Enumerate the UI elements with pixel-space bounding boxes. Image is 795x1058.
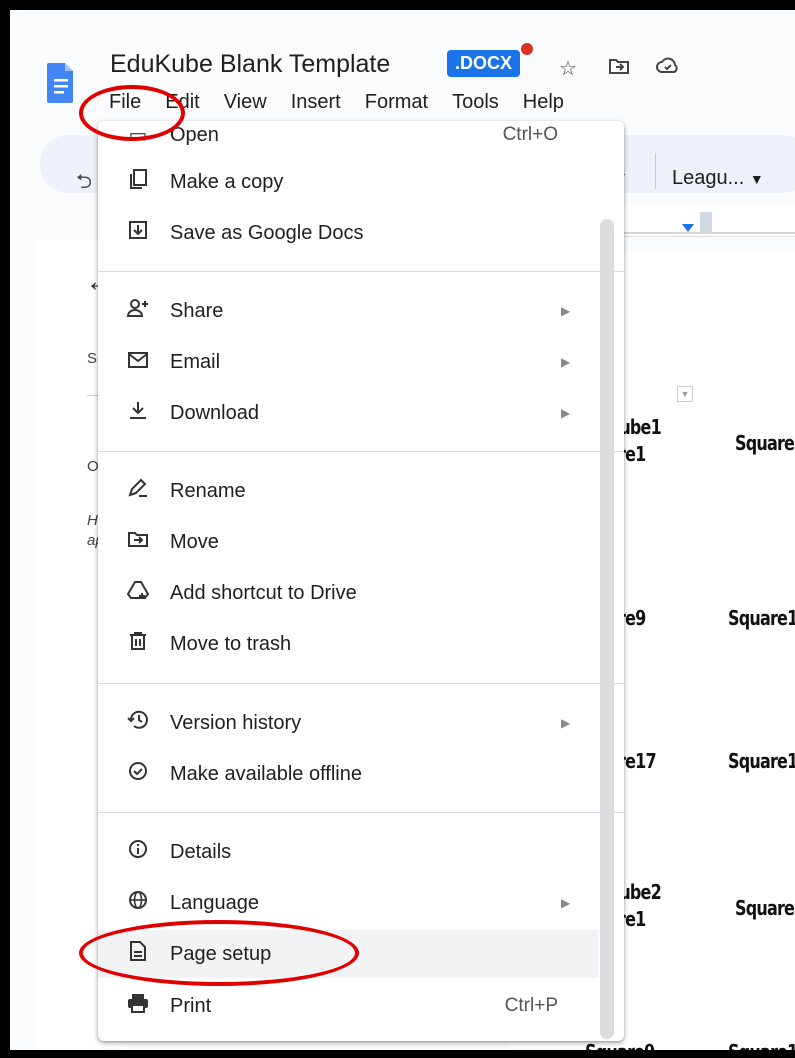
menu-item-move-to-trash[interactable]: Move to trash	[98, 620, 598, 668]
docx-badge: .DOCX	[447, 50, 521, 77]
table-cell[interactable]: Square9	[585, 1040, 655, 1050]
menu-item-label: Details	[170, 840, 232, 863]
google-docs-logo-icon[interactable]	[47, 57, 75, 119]
menu-divider	[98, 812, 624, 813]
offline-check-icon	[126, 761, 150, 787]
shortcut-label: Ctrl+P	[504, 995, 558, 1016]
copy-icon	[126, 168, 150, 196]
table-cell[interactable]: Square2	[735, 431, 795, 455]
file-menu: ▭ Open Ctrl+O Make a copy Save as Google…	[98, 121, 624, 1041]
history-icon	[126, 710, 150, 736]
rename-pencil-icon	[126, 478, 150, 504]
table-cell[interactable]: Square1	[728, 749, 795, 773]
submenu-arrow-icon: ▶	[561, 355, 571, 369]
font-select-label: Leagu...	[672, 167, 745, 189]
toolbar-divider	[655, 153, 656, 189]
menu-item-label: Move to trash	[170, 632, 292, 655]
table-cell[interactable]: Square1	[728, 606, 795, 630]
menu-view[interactable]: View	[224, 91, 267, 114]
menu-item-details[interactable]: Details	[98, 828, 598, 876]
save-docs-icon	[126, 220, 150, 246]
menu-item-label: Make available offline	[170, 762, 362, 785]
menu-item-label: Share	[170, 299, 224, 322]
submenu-arrow-icon: ▶	[561, 406, 571, 420]
printer-icon	[126, 993, 150, 1019]
menu-item-label: Download	[170, 401, 259, 424]
app-window: EduKube Blank Template .DOCX ☆ File Edit…	[10, 10, 795, 1050]
move-folder-icon	[126, 529, 150, 555]
cloud-status-icon[interactable]	[656, 56, 680, 82]
table-cell[interactable]: Square2	[735, 896, 795, 920]
move-folder-icon[interactable]	[608, 56, 630, 82]
menu-item-add-shortcut-to-drive[interactable]: Add shortcut to Drive	[98, 569, 598, 617]
menu-help[interactable]: Help	[523, 91, 564, 114]
star-icon[interactable]: ☆	[559, 56, 577, 81]
menu-item-make-a-copy[interactable]: Make a copy	[98, 158, 598, 206]
download-icon	[126, 400, 150, 426]
menu-divider	[98, 271, 624, 272]
table-cell[interactable]: Square1	[728, 1040, 795, 1050]
horizontal-ruler[interactable]	[620, 206, 795, 237]
shortcut-label: Ctrl+O	[502, 124, 558, 145]
chevron-down-icon: ▼	[749, 171, 764, 187]
share-person-icon	[126, 298, 150, 324]
menu-item-label: Email	[170, 350, 221, 373]
menu-item-email[interactable]: Email ▶	[98, 338, 598, 386]
menu-tools[interactable]: Tools	[452, 91, 499, 114]
menu-item-save-as-google-docs[interactable]: Save as Google Docs	[98, 209, 598, 257]
menu-item-language[interactable]: Language ▶	[98, 879, 598, 927]
table-cell-dropdown-icon[interactable]: ▼	[677, 386, 693, 402]
globe-icon	[126, 890, 150, 916]
menu-item-move[interactable]: Move	[98, 518, 598, 566]
menu-divider	[98, 683, 624, 684]
submenu-arrow-icon: ▶	[561, 896, 571, 910]
menu-item-make-available-offline[interactable]: Make available offline	[98, 750, 598, 798]
drive-shortcut-icon	[126, 580, 150, 606]
document-title[interactable]: EduKube Blank Template	[110, 50, 390, 79]
menu-insert[interactable]: Insert	[291, 91, 341, 114]
menu-item-label: Make a copy	[170, 170, 284, 193]
annotation-circle-page-setup	[79, 920, 359, 986]
email-icon	[126, 351, 150, 374]
submenu-arrow-icon: ▶	[561, 304, 571, 318]
menu-scrollbar[interactable]	[600, 219, 614, 1039]
annotation-circle-file	[79, 85, 185, 141]
menu-item-share[interactable]: Share ▶	[98, 287, 598, 335]
font-select[interactable]: Leagu... ▼	[672, 167, 764, 190]
menu-item-label: Rename	[170, 479, 246, 502]
menu-item-label: Add shortcut to Drive	[170, 581, 357, 604]
menu-item-label: Save as Google Docs	[170, 221, 364, 244]
undo-icon[interactable]: ⮌	[76, 167, 92, 201]
menu-item-version-history[interactable]: Version history ▶	[98, 699, 598, 747]
menu-item-print[interactable]: Print Ctrl+P	[98, 982, 598, 1030]
menu-item-label: Language	[170, 891, 259, 914]
menu-item-rename[interactable]: Rename	[98, 467, 598, 515]
menu-format[interactable]: Format	[365, 91, 428, 114]
trash-icon	[126, 631, 150, 657]
menu-item-download[interactable]: Download ▶	[98, 389, 598, 437]
submenu-arrow-icon: ▶	[561, 716, 571, 730]
menu-item-label: Move	[170, 530, 219, 553]
menu-item-label: Version history	[170, 711, 302, 734]
menu-divider	[98, 451, 624, 452]
info-icon	[126, 839, 150, 865]
notification-dot	[521, 43, 533, 55]
menu-item-label: Print	[170, 994, 212, 1017]
